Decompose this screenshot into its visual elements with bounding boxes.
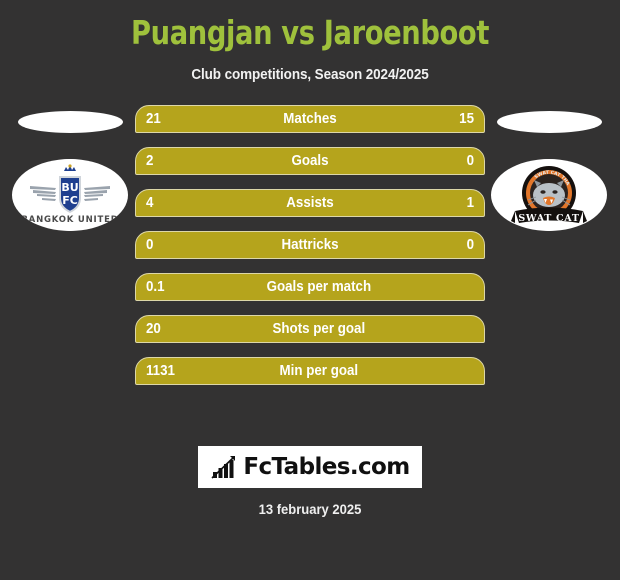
away-team-crest[interactable]: SWAT CAT THAILAND <box>491 159 607 231</box>
stat-label: Matches <box>283 111 337 127</box>
bangkok-united-crest-icon: BU FC BANGKOK UNITED <box>21 159 118 231</box>
away-player-photo-placeholder <box>497 111 602 133</box>
away-team-column: SWAT CAT THAILAND <box>487 105 612 405</box>
home-team-column: BU FC BANGKOK UNITED <box>8 105 133 405</box>
stat-label: Hattricks <box>281 237 339 253</box>
brand-name: FcTables.com <box>243 454 410 480</box>
away-value: 1 <box>466 195 474 211</box>
home-team-crest[interactable]: BU FC BANGKOK UNITED <box>12 159 128 231</box>
table-row[interactable]: 21 Matches 15 <box>135 105 485 133</box>
table-row[interactable]: 20 Shots per goal <box>135 315 485 343</box>
table-row[interactable]: 2 Goals 0 <box>135 147 485 175</box>
table-row[interactable]: 0.1 Goals per match <box>135 273 485 301</box>
away-value: 0 <box>466 237 474 253</box>
match-comparison-page: Puangjan vs Jaroenboot Club competitions… <box>0 0 620 580</box>
away-value: 15 <box>459 111 474 127</box>
home-player-photo-placeholder <box>18 111 123 133</box>
fctables-logo[interactable]: FcTables.com <box>198 446 422 488</box>
page-subtitle: Club competitions, Season 2024/2025 <box>191 67 429 83</box>
stat-label: Min per goal <box>279 363 359 379</box>
stat-label: Goals <box>291 153 329 169</box>
svg-text:BANGKOK UNITED: BANGKOK UNITED <box>21 215 118 225</box>
comparison-body: BU FC BANGKOK UNITED SWAT CAT THA SWAT C… <box>0 105 620 415</box>
home-value: 2 <box>146 153 154 169</box>
home-value: 20 <box>146 321 161 337</box>
home-value: 1131 <box>146 363 175 379</box>
svg-text:BU: BU <box>61 181 78 194</box>
table-row[interactable]: 1131 Min per goal <box>135 357 485 385</box>
svg-text:FC: FC <box>62 194 78 207</box>
stat-label: Assists <box>286 195 334 211</box>
page-title: Puangjan vs Jaroenboot <box>130 13 490 52</box>
bar-chart-icon <box>211 456 236 479</box>
stat-label: Goals per match <box>266 279 372 295</box>
home-value: 4 <box>146 195 154 211</box>
generated-date: 13 february 2025 <box>258 501 362 517</box>
table-row[interactable]: 0 Hattricks 0 <box>135 231 485 259</box>
table-row[interactable]: 4 Assists 1 <box>135 189 485 217</box>
stats-list: 21 Matches 15 2 Goals 0 4 Assists 1 0 Ha… <box>135 105 485 399</box>
away-value: 0 <box>466 153 474 169</box>
home-value: 21 <box>146 111 161 127</box>
stat-label: Shots per goal <box>272 321 366 337</box>
svg-text:SWAT CAT: SWAT CAT <box>518 213 579 224</box>
swat-cat-crest-icon: SWAT CAT THAILAND <box>491 159 587 231</box>
home-value: 0.1 <box>146 279 165 295</box>
home-value: 0 <box>146 237 154 253</box>
